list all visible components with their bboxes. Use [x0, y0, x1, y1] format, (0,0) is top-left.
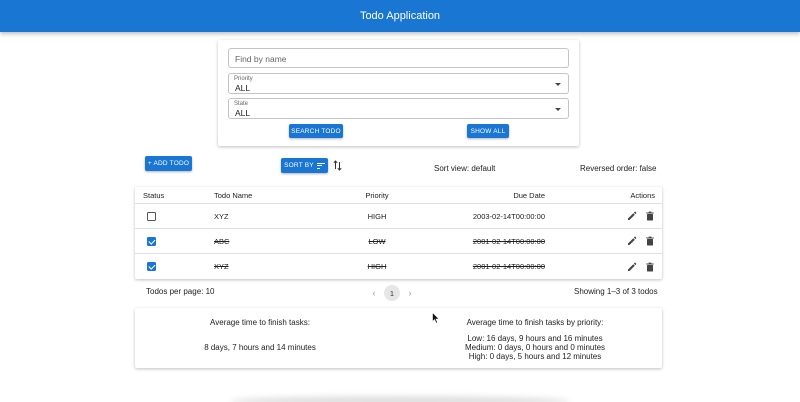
- pencil-icon[interactable]: [627, 262, 637, 272]
- status-checkbox[interactable]: [147, 236, 156, 246]
- average-time-stat: Average time to finish tasks: 8 days, 7 …: [165, 308, 355, 368]
- priority-time-label: Average time to finish tasks by priority…: [466, 318, 604, 327]
- showing-count-text: Showing 1–3 of 3 todos: [574, 287, 658, 296]
- app-bar: Todo Application: [0, 0, 800, 32]
- chevron-down-icon: [555, 83, 561, 86]
- average-time-label: Average time to finish tasks:: [210, 318, 310, 327]
- pencil-icon[interactable]: [627, 236, 637, 246]
- bottom-shadow: [230, 396, 570, 402]
- stats-panel: Average time to finish tasks: 8 days, 7 …: [135, 308, 662, 368]
- priority-value: ALL: [235, 83, 251, 93]
- sort-by-label: Sort By: [284, 162, 314, 169]
- todo-due-date: 2001-02-14T00:00:00: [472, 236, 545, 246]
- header-due-date: Due Date: [513, 190, 545, 200]
- swap-vertical-icon[interactable]: [333, 160, 342, 171]
- table-header: Status Todo Name Priority Due Date Actio…: [135, 187, 662, 204]
- status-checkbox[interactable]: [147, 262, 156, 271]
- table-row: XYZ HIGH 2003-02-14T00:00:00: [135, 204, 662, 229]
- todo-priority: LOW: [368, 236, 386, 246]
- trash-icon[interactable]: [645, 211, 655, 221]
- state-select[interactable]: State ALL: [228, 98, 569, 119]
- chevron-left-icon[interactable]: ‹: [370, 288, 378, 298]
- todo-table: Status Todo Name Priority Due Date Actio…: [135, 187, 662, 279]
- header-actions: Actions: [630, 190, 655, 200]
- priority-select[interactable]: Priority ALL: [228, 73, 569, 94]
- average-time-value: 8 days, 7 hours and 14 minutes: [204, 343, 316, 352]
- name-search-field[interactable]: [228, 48, 569, 68]
- header-status: Status: [143, 190, 165, 200]
- todo-due-date: 2003-02-14T00:00:00: [472, 211, 545, 221]
- todos-per-page-text: Todos per page: 10: [146, 287, 215, 296]
- todo-name: XYZ: [214, 262, 229, 271]
- table-row: ABC LOW 2001-02-14T00:00:00: [135, 229, 662, 254]
- name-search-input[interactable]: [229, 50, 568, 68]
- todo-due-date: 2001-02-14T00:00:00: [472, 262, 545, 271]
- todo-priority: HIGH: [367, 262, 387, 271]
- search-todo-button[interactable]: Search Todo: [289, 124, 343, 138]
- priority-label: Priority: [234, 76, 253, 82]
- sort-by-button[interactable]: Sort By: [281, 158, 328, 173]
- todo-priority: HIGH: [367, 211, 387, 221]
- chevron-down-icon: [555, 108, 561, 111]
- page-button[interactable]: 1: [384, 285, 400, 301]
- todo-name: ABC: [214, 236, 230, 246]
- header-priority: Priority: [365, 190, 389, 200]
- pagination: ‹ 1 ›: [370, 285, 414, 301]
- header-todo-name: Todo Name: [214, 190, 253, 200]
- app-title: Todo Application: [359, 10, 441, 22]
- todo-name: XYZ: [214, 211, 229, 221]
- status-checkbox[interactable]: [147, 211, 156, 221]
- trash-icon[interactable]: [645, 236, 655, 246]
- priority-time-stat: Average time to finish tasks by priority…: [435, 308, 635, 368]
- sort-lines-icon: [316, 162, 325, 169]
- state-label: State: [234, 101, 249, 107]
- table-row: XYZ HIGH 2001-02-14T00:00:00: [135, 254, 662, 279]
- high-priority-time: High: 0 days, 5 hours and 12 minutes: [468, 352, 602, 361]
- sort-view-text: Sort view: default: [434, 164, 496, 173]
- show-all-button[interactable]: Show All: [467, 124, 509, 138]
- chevron-right-icon[interactable]: ›: [406, 288, 414, 298]
- medium-priority-time: Medium: 0 days, 0 hours and 0 minutes: [464, 343, 606, 352]
- low-priority-time: Low: 16 days, 9 hours and 16 minutes: [467, 334, 603, 343]
- mouse-cursor-icon: [432, 311, 440, 324]
- filter-panel: Priority ALL State ALL Search Todo Show …: [218, 40, 579, 146]
- trash-icon[interactable]: [645, 262, 655, 272]
- add-todo-button[interactable]: + Add Todo: [145, 156, 192, 171]
- pencil-icon[interactable]: [627, 211, 637, 221]
- state-value: ALL: [235, 108, 251, 118]
- reversed-order-text: Reversed order: false: [580, 164, 657, 173]
